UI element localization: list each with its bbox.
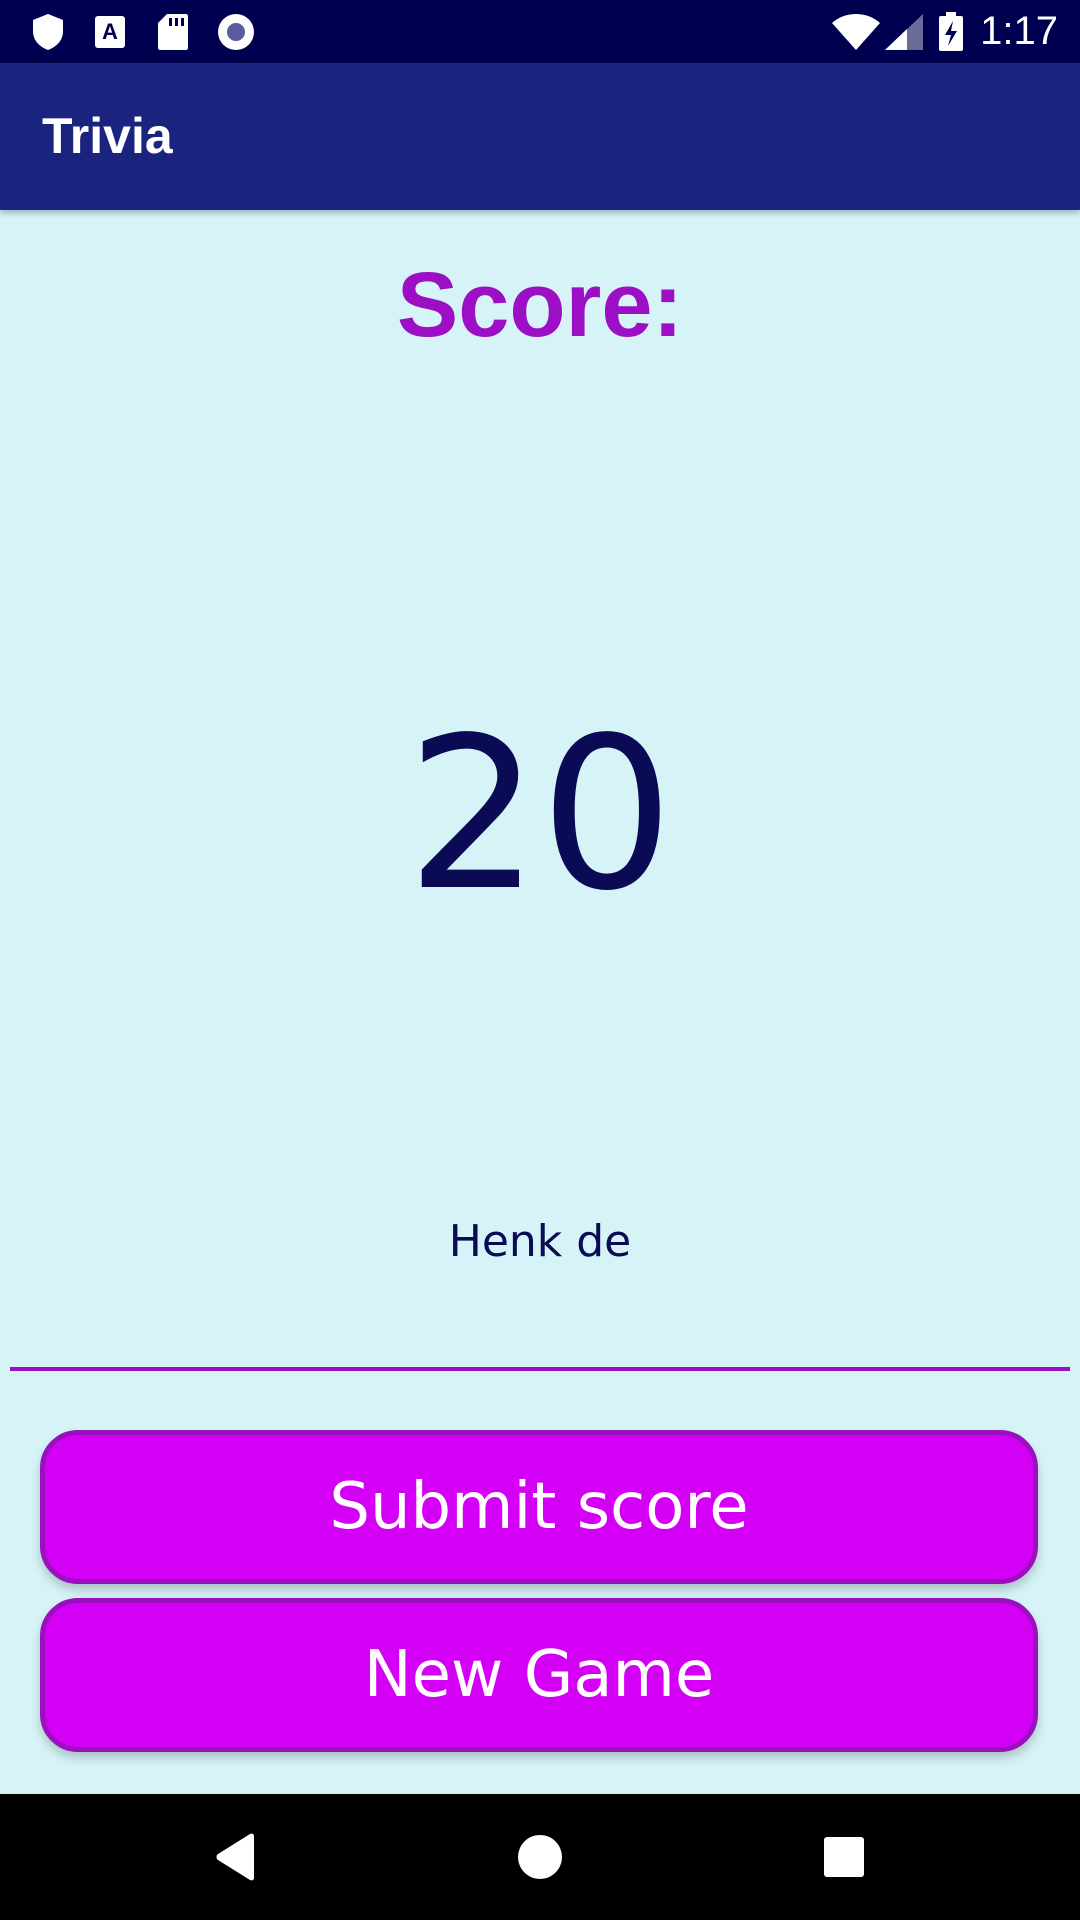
new-game-button[interactable]: New Game (40, 1598, 1038, 1752)
app-bar: Trivia (0, 63, 1080, 210)
back-icon[interactable] (206, 1827, 266, 1887)
score-label: Score: (396, 254, 684, 356)
player-name-input[interactable] (10, 1195, 1070, 1371)
home-icon[interactable] (510, 1827, 570, 1887)
svg-text:A: A (102, 19, 118, 44)
cell-signal-icon (882, 12, 926, 52)
score-value: 20 (406, 692, 674, 937)
recents-icon[interactable] (814, 1827, 874, 1887)
record-icon (216, 12, 256, 52)
font-a-icon: A (90, 12, 130, 52)
status-bar: A 1:17 (0, 0, 1080, 63)
battery-charging-icon (936, 12, 966, 52)
app-title: Trivia (42, 108, 173, 164)
sd-card-icon (153, 12, 193, 52)
wifi-icon (830, 12, 882, 52)
new-game-label: New Game (363, 1638, 715, 1712)
submit-score-button[interactable]: Submit score (40, 1430, 1038, 1584)
submit-score-label: Submit score (329, 1470, 749, 1544)
status-time: 1:17 (980, 9, 1058, 53)
navigation-bar (0, 1794, 1080, 1920)
shield-icon (28, 12, 68, 52)
